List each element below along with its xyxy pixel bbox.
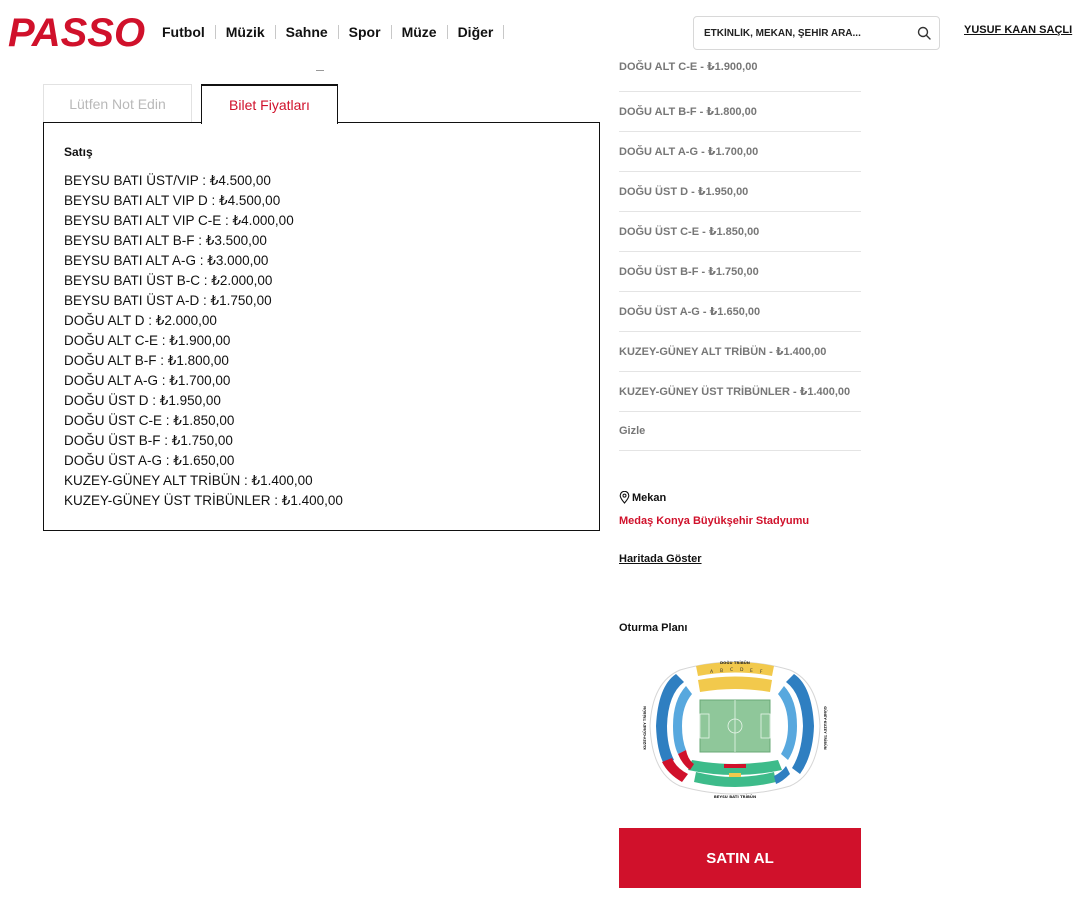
sector-label: E bbox=[750, 668, 753, 674]
venue-label-text: Mekan bbox=[632, 491, 667, 504]
stand-label-bottom: BEYSU BATI TRİBÜN bbox=[714, 794, 756, 799]
divider bbox=[316, 70, 324, 71]
category-item[interactable]: DOĞU ÜST A-G - ₺1.650,00 bbox=[619, 291, 861, 331]
search-input[interactable] bbox=[704, 17, 904, 49]
passo-logo[interactable]: PASSO bbox=[8, 12, 145, 54]
price-item: BEYSU BATI ÜST B-C : ₺2.000,00 bbox=[64, 273, 273, 288]
sector-label: C bbox=[730, 667, 733, 673]
tab-ticket-prices[interactable]: Bilet Fiyatları bbox=[201, 84, 338, 124]
nav-item-futbol[interactable]: Futbol bbox=[162, 24, 205, 40]
venue-label: Mekan bbox=[619, 491, 666, 504]
nav-separator bbox=[274, 25, 276, 39]
user-account-link[interactable]: YUSUF KAAN SAÇLI bbox=[964, 24, 1072, 36]
stand-label-left: KUZEY-GÜNEY TRİBÜN bbox=[642, 706, 647, 750]
category-item[interactable]: DOĞU ALT C-E - ₺1.900,00 bbox=[619, 60, 757, 73]
prices-heading: Satış bbox=[64, 145, 93, 159]
hide-toggle[interactable]: Gizle bbox=[619, 411, 861, 451]
price-item: BEYSU BATI ALT B-F : ₺3.500,00 bbox=[64, 233, 267, 248]
nav-separator bbox=[390, 25, 392, 39]
price-item: DOĞU ÜST A-G : ₺1.650,00 bbox=[64, 453, 235, 468]
category-list-clipped: DOĞU ALT C-E - ₺1.900,00 bbox=[619, 52, 861, 92]
category-list: DOĞU ALT B-F - ₺1.800,00 DOĞU ALT A-G - … bbox=[619, 91, 861, 451]
nav-item-sahne[interactable]: Sahne bbox=[286, 24, 328, 40]
price-item: DOĞU ALT D : ₺2.000,00 bbox=[64, 313, 217, 328]
price-item: BEYSU BATI ALT VIP D : ₺4.500,00 bbox=[64, 193, 281, 208]
show-on-map-link[interactable]: Haritada Göster bbox=[619, 553, 702, 565]
price-item: DOĞU ÜST C-E : ₺1.850,00 bbox=[64, 413, 235, 428]
price-item: KUZEY-GÜNEY ALT TRİBÜN : ₺1.400,00 bbox=[64, 473, 313, 488]
price-list: BEYSU BATI ÜST/VIP : ₺4.500,00 BEYSU BAT… bbox=[64, 171, 343, 511]
stand-label-right: GÜNEY-KUZEY TRİBÜN bbox=[823, 706, 828, 750]
nav-item-muzik[interactable]: Müzik bbox=[226, 24, 265, 40]
nav-item-spor[interactable]: Spor bbox=[349, 24, 381, 40]
price-item: BEYSU BATI ALT A-G : ₺3.000,00 bbox=[64, 253, 269, 268]
price-item: BEYSU BATI ÜST A-D : ₺1.750,00 bbox=[64, 293, 272, 308]
category-item[interactable]: DOĞU ALT A-G - ₺1.700,00 bbox=[619, 131, 861, 171]
search-box bbox=[693, 16, 940, 50]
stand-label-top: DOĞU TRİBÜN bbox=[720, 660, 750, 665]
price-item: BEYSU BATI ALT VIP C-E : ₺4.000,00 bbox=[64, 213, 294, 228]
nav-separator bbox=[446, 25, 448, 39]
category-item[interactable]: DOĞU ÜST C-E - ₺1.850,00 bbox=[619, 211, 861, 251]
search-icon[interactable] bbox=[917, 26, 931, 40]
price-item: BEYSU BATI ÜST/VIP : ₺4.500,00 bbox=[64, 173, 271, 188]
sector-label: D bbox=[740, 667, 744, 673]
price-item: DOĞU ÜST D : ₺1.950,00 bbox=[64, 393, 221, 408]
price-item: DOĞU ÜST B-F : ₺1.750,00 bbox=[64, 433, 233, 448]
nav-separator bbox=[214, 25, 216, 39]
price-item: DOĞU ALT B-F : ₺1.800,00 bbox=[64, 353, 229, 368]
nav-item-muze[interactable]: Müze bbox=[402, 24, 437, 40]
category-item[interactable]: KUZEY-GÜNEY ÜST TRİBÜNLER - ₺1.400,00 bbox=[619, 371, 861, 411]
ticket-prices-panel: Satış BEYSU BATI ÜST/VIP : ₺4.500,00 BEY… bbox=[43, 122, 600, 531]
category-item[interactable]: DOĞU ÜST B-F - ₺1.750,00 bbox=[619, 251, 861, 291]
stadium-seating-map[interactable]: A B C D E F DOĞU TRİBÜN BEYSU BATI TRİBÜ… bbox=[640, 656, 830, 802]
nav-separator bbox=[503, 25, 505, 39]
sector-label: F bbox=[760, 669, 763, 675]
buy-ticket-button[interactable]: SATIN AL bbox=[619, 828, 861, 888]
price-item: KUZEY-GÜNEY ÜST TRİBÜNLER : ₺1.400,00 bbox=[64, 493, 343, 508]
venue-name: Medaş Konya Büyükşehir Stadyumu bbox=[619, 515, 810, 527]
category-item[interactable]: DOĞU ÜST D - ₺1.950,00 bbox=[619, 171, 861, 211]
price-item: DOĞU ALT A-G : ₺1.700,00 bbox=[64, 373, 231, 388]
nav-separator bbox=[337, 25, 339, 39]
location-pin-icon bbox=[619, 491, 630, 504]
category-item[interactable]: DOĞU ALT B-F - ₺1.800,00 bbox=[619, 91, 861, 131]
price-item: DOĞU ALT C-E : ₺1.900,00 bbox=[64, 333, 231, 348]
seating-plan-label: Oturma Planı bbox=[619, 622, 688, 634]
tab-notes[interactable]: Lütfen Not Edin bbox=[43, 84, 192, 122]
nav-item-diger[interactable]: Diğer bbox=[458, 24, 494, 40]
sector-label: B bbox=[720, 668, 723, 674]
category-item[interactable]: KUZEY-GÜNEY ALT TRİBÜN - ₺1.400,00 bbox=[619, 331, 861, 371]
main-nav: Futbol Müzik Sahne Spor Müze Diğer bbox=[162, 22, 514, 42]
